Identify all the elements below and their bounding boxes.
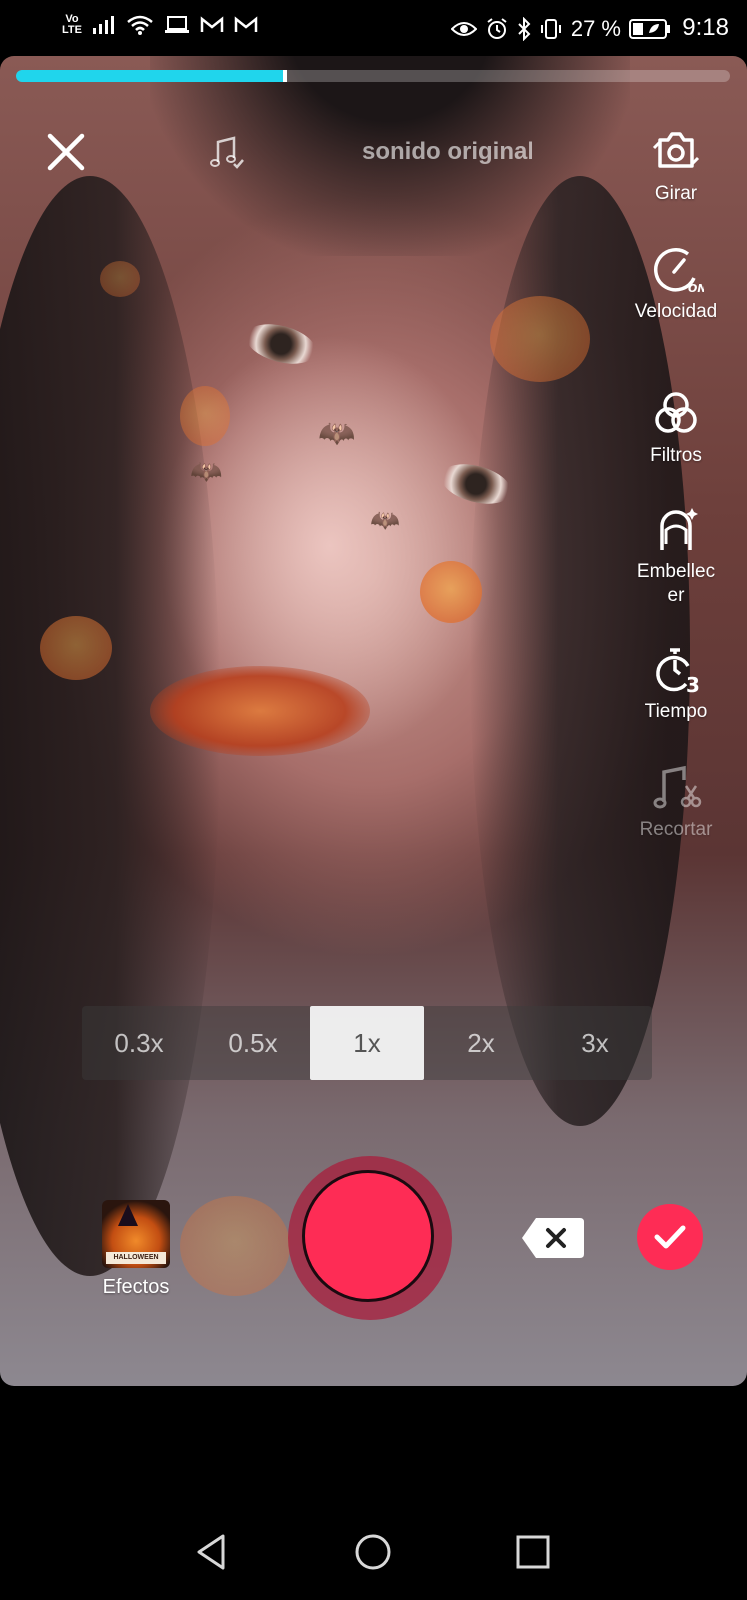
pumpkin-sticker bbox=[180, 1196, 290, 1296]
tool-label: Recortar bbox=[639, 819, 713, 840]
music-note-check-icon[interactable] bbox=[210, 136, 246, 170]
tool-label: Filtros bbox=[650, 445, 702, 466]
eye-icon bbox=[450, 22, 477, 36]
camera-preview-eye bbox=[241, 317, 321, 371]
volte-bottom-label: LTE bbox=[62, 24, 82, 36]
tool-label: Velocidad bbox=[634, 301, 718, 322]
battery-icon bbox=[629, 19, 670, 39]
tool-label: Embellecer bbox=[636, 561, 716, 606]
zoom-option[interactable]: 0.3x bbox=[82, 1006, 196, 1080]
status-bar: Vo LTE 27 % 9:18 bbox=[0, 0, 747, 56]
tool-label: Tiempo bbox=[644, 701, 708, 722]
delete-segment-icon[interactable] bbox=[520, 1216, 586, 1260]
tool-label: Girar bbox=[654, 183, 698, 204]
camera-preview-lips bbox=[150, 666, 370, 756]
tool-filters[interactable]: Filtros bbox=[621, 388, 731, 468]
svg-text:3: 3 bbox=[686, 673, 700, 696]
camera-viewport[interactable]: 🦇 🦇 🦇 sonido original Girar O Velocidad … bbox=[0, 56, 747, 1386]
segment-marker bbox=[283, 70, 288, 82]
timer-3-icon: 3 bbox=[656, 648, 700, 696]
zoom-option[interactable]: 3x bbox=[538, 1006, 652, 1080]
zoom-option[interactable]: 2x bbox=[424, 1006, 538, 1080]
gmail-icon bbox=[234, 16, 258, 32]
signal-icon bbox=[92, 16, 114, 34]
effects-button[interactable]: HALLOWEEN Efectos bbox=[96, 1200, 176, 1299]
beautify-icon bbox=[660, 508, 698, 550]
zoom-option-selected[interactable]: 1x bbox=[310, 1006, 424, 1080]
vibrate-icon bbox=[540, 19, 561, 39]
sound-title[interactable]: sonido original bbox=[362, 138, 532, 166]
bat-sticker: 🦇 bbox=[318, 417, 356, 450]
halloween-effect-thumbnail: HALLOWEEN bbox=[102, 1200, 170, 1268]
battery-percent: 27 % bbox=[570, 16, 621, 41]
witch-hat-icon bbox=[118, 1204, 138, 1226]
zoom-option[interactable]: 0.5x bbox=[196, 1006, 310, 1080]
pumpkin-sticker bbox=[40, 616, 112, 680]
effect-thumb-label: HALLOWEEN bbox=[106, 1252, 166, 1264]
zoom-selector: 0.3x 0.5x 1x 2x 3x bbox=[82, 1006, 652, 1080]
home-icon[interactable] bbox=[353, 1532, 393, 1572]
bluetooth-icon bbox=[518, 17, 531, 41]
bat-sticker: 🦇 bbox=[190, 456, 223, 486]
svg-text:ON: ON bbox=[688, 282, 704, 295]
bat-sticker: 🦇 bbox=[370, 507, 400, 534]
filters-icon bbox=[655, 392, 697, 433]
speed-on-icon: ON bbox=[654, 248, 704, 295]
system-nav-bar bbox=[0, 1386, 747, 1600]
recording-progress-bar bbox=[16, 70, 730, 82]
status-right-group: 27 % bbox=[450, 16, 671, 42]
status-left-group: Vo LTE bbox=[62, 14, 258, 36]
wifi-icon bbox=[127, 15, 153, 35]
back-icon[interactable] bbox=[193, 1532, 233, 1572]
checkmark-icon bbox=[654, 1225, 686, 1249]
laptop-icon bbox=[164, 16, 189, 33]
alarm-icon bbox=[487, 18, 507, 39]
pumpkin-sticker bbox=[180, 386, 230, 446]
close-icon[interactable] bbox=[44, 130, 88, 174]
gmail-icon bbox=[200, 16, 224, 32]
tool-flip[interactable]: Girar bbox=[621, 126, 731, 206]
confirm-button[interactable] bbox=[637, 1204, 703, 1270]
flip-camera-icon bbox=[652, 132, 700, 168]
pumpkin-sticker bbox=[420, 561, 482, 623]
tool-beautify[interactable]: Embellecer bbox=[621, 504, 731, 608]
tool-timer[interactable]: 3 Tiempo bbox=[621, 644, 731, 724]
pumpkin-sticker bbox=[100, 261, 140, 297]
recording-progress-fill bbox=[16, 70, 288, 82]
pumpkin-sticker bbox=[490, 296, 590, 382]
volte-indicator: Vo LTE bbox=[62, 14, 82, 36]
recents-icon[interactable] bbox=[513, 1532, 553, 1572]
record-button-inner bbox=[302, 1170, 434, 1302]
tool-speed[interactable]: ON Velocidad bbox=[621, 244, 731, 324]
clock: 9:18 bbox=[682, 14, 729, 41]
tool-trim[interactable]: Recortar bbox=[621, 762, 731, 842]
effects-label: Efectos bbox=[102, 1276, 170, 1298]
trim-sound-icon bbox=[653, 765, 702, 809]
record-button[interactable] bbox=[288, 1156, 452, 1320]
